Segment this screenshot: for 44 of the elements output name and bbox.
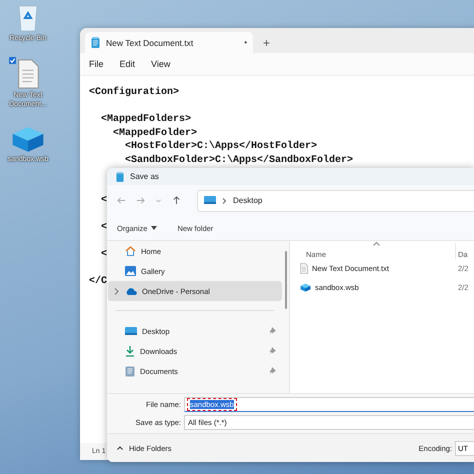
home-icon bbox=[125, 246, 136, 256]
document-icon bbox=[300, 263, 308, 274]
box-icon[interactable] bbox=[11, 125, 45, 153]
gallery-icon bbox=[125, 266, 136, 276]
address-text: Desktop bbox=[233, 196, 262, 205]
code-line: < bbox=[100, 248, 108, 262]
address-bar[interactable]: Desktop bbox=[197, 190, 474, 212]
box-icon bbox=[300, 283, 311, 292]
monitor-icon bbox=[125, 326, 137, 336]
modified-mark: • bbox=[244, 38, 247, 47]
code-line: </C bbox=[89, 275, 108, 288]
pin-icon[interactable] bbox=[269, 347, 276, 355]
tab-title: New Text Document.txt bbox=[106, 38, 194, 48]
code-line: <Configuration> bbox=[89, 86, 180, 100]
code-line: <MappedFolder> bbox=[112, 126, 198, 140]
forward-icon[interactable] bbox=[136, 196, 145, 205]
code-line: <MappedFolders> bbox=[100, 113, 192, 126]
checkbox[interactable] bbox=[9, 57, 16, 64]
pin-icon[interactable] bbox=[269, 367, 276, 375]
code-line: <SandboxFolder>C:\Apps</SandboxFolder> bbox=[124, 154, 354, 167]
tab[interactable]: New Text Document.txt • bbox=[85, 32, 253, 53]
menu-item[interactable]: File bbox=[83, 57, 110, 71]
chevron-right-icon bbox=[222, 198, 227, 204]
new-tab-button[interactable]: + bbox=[259, 32, 274, 53]
scrollbar[interactable] bbox=[285, 251, 287, 309]
document-icon[interactable] bbox=[16, 59, 40, 89]
pin-icon[interactable] bbox=[269, 327, 276, 335]
chevron-up-icon bbox=[117, 446, 123, 450]
cloud-icon bbox=[125, 287, 137, 295]
back-icon[interactable] bbox=[117, 196, 126, 205]
menu-item[interactable]: Edit bbox=[114, 57, 142, 71]
document-icon bbox=[125, 366, 135, 376]
code-line: < bbox=[100, 221, 108, 234]
menu-item[interactable]: View bbox=[145, 57, 176, 71]
chevron-right-icon[interactable] bbox=[114, 288, 118, 294]
notepad-icon bbox=[116, 172, 124, 182]
code-line: <HostFolder>C:\Apps</HostFolder> bbox=[124, 140, 318, 154]
dialog-title: Save as bbox=[130, 172, 159, 181]
chevron-down-icon[interactable] bbox=[155, 197, 162, 204]
code-line: < bbox=[100, 194, 108, 208]
download-icon bbox=[125, 346, 135, 356]
monitor-icon bbox=[204, 196, 216, 205]
notepad-icon bbox=[91, 37, 100, 48]
up-icon[interactable] bbox=[172, 196, 181, 205]
